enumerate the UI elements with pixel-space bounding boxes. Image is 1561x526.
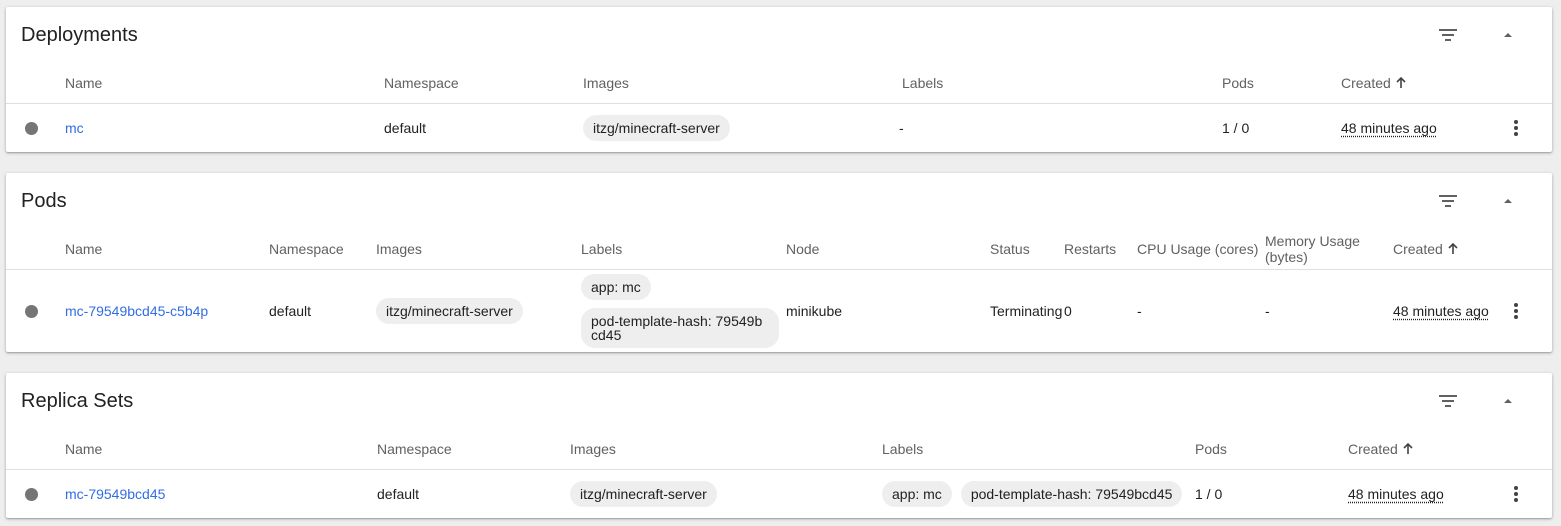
table-row: mc default itzg/minecraft-server - 1 / 0… (6, 104, 1552, 152)
namespace-cell: default (377, 486, 420, 502)
arrow-up-icon[interactable] (1402, 443, 1414, 455)
created-cell: 48 minutes ago (1393, 303, 1489, 319)
table-header: Name Namespace Images Labels Pods Create… (6, 63, 1552, 104)
column-header-images: Images (583, 75, 629, 91)
table-header: Name Namespace Images Labels Pods Create… (6, 429, 1552, 470)
pod-name-link[interactable]: mc-79549bcd45-c5b4p (65, 303, 208, 319)
label-chip: pod-template-hash: 79549bcd45 (960, 481, 1183, 507)
restarts-cell: 0 (1064, 303, 1072, 319)
more-vert-icon[interactable] (1504, 104, 1528, 152)
card-actions (1428, 185, 1528, 217)
image-chip: itzg/minecraft-server (583, 115, 730, 141)
node-cell: minikube (786, 303, 843, 319)
chevron-up-icon[interactable] (1488, 385, 1528, 417)
arrow-up-icon[interactable] (1395, 77, 1407, 89)
card-title: Replica Sets (21, 390, 134, 412)
column-header-labels: Labels (882, 441, 924, 457)
column-header-namespace[interactable]: Namespace (384, 63, 459, 103)
namespace-cell: default (269, 303, 312, 319)
card-actions (1428, 19, 1528, 51)
column-header-created-label: Created (1393, 241, 1443, 257)
more-vert-icon[interactable] (1504, 470, 1528, 518)
column-header-memory: Memory Usage (bytes) (1265, 233, 1360, 265)
column-header-created-label: Created (1341, 75, 1391, 91)
replica-set-name-link[interactable]: mc-79549bcd45 (65, 486, 165, 502)
label-chip: app: mc (581, 274, 651, 300)
deployment-name-link[interactable]: mc (65, 120, 84, 136)
column-header-cpu: CPU Usage (cores) (1137, 241, 1259, 257)
status-dot-icon (25, 470, 38, 518)
column-header-pods: Pods (1222, 75, 1254, 91)
column-header-images: Images (376, 241, 422, 257)
created-cell: 48 minutes ago (1341, 120, 1437, 136)
namespace-cell: default (384, 120, 427, 136)
filter-icon[interactable] (1428, 19, 1468, 51)
chevron-up-icon[interactable] (1488, 185, 1528, 217)
filter-icon[interactable] (1428, 185, 1468, 217)
card-actions (1428, 385, 1528, 417)
memory-cell: - (1265, 303, 1270, 319)
column-header-images: Images (570, 441, 616, 457)
label-chip: pod-template-hash: 79549bcd45 (581, 308, 779, 348)
pods-cell: 1 / 0 (1222, 120, 1250, 136)
status-dot-icon (25, 270, 38, 352)
column-header-namespace[interactable]: Namespace (377, 429, 452, 469)
column-header-created[interactable]: Created (1393, 229, 1459, 269)
column-header-node[interactable]: Node (786, 229, 819, 269)
card-title: Pods (21, 190, 67, 212)
column-header-status[interactable]: Status (990, 229, 1030, 269)
column-header-name[interactable]: Name (65, 63, 102, 103)
status-cell: Terminating (990, 303, 1062, 319)
column-header-labels: Labels (902, 75, 944, 91)
card-title: Deployments (21, 24, 138, 46)
column-header-name[interactable]: Name (65, 229, 102, 269)
image-chip: itzg/minecraft-server (570, 481, 717, 507)
pods-cell: 1 / 0 (1195, 486, 1223, 502)
replica-sets-card: Replica Sets Name Namespace Images Label… (6, 373, 1552, 518)
column-header-created-label: Created (1348, 441, 1398, 457)
column-header-restarts: Restarts (1064, 241, 1117, 257)
column-header-created[interactable]: Created (1341, 63, 1407, 103)
labels-cell: - (899, 120, 904, 136)
chevron-up-icon[interactable] (1488, 19, 1528, 51)
more-vert-icon[interactable] (1504, 270, 1528, 352)
created-cell: 48 minutes ago (1348, 486, 1444, 502)
column-header-name[interactable]: Name (65, 429, 102, 469)
table-row: mc-79549bcd45-c5b4p default itzg/minecra… (6, 270, 1552, 352)
status-dot-icon (25, 104, 38, 152)
pods-card: Pods Name Namespace Images Labels Node S… (6, 173, 1552, 352)
image-chip: itzg/minecraft-server (376, 298, 523, 324)
column-header-namespace[interactable]: Namespace (269, 229, 344, 269)
label-chip: app: mc (882, 481, 952, 507)
deployments-card: Deployments Name Namespace Images Labels… (6, 7, 1552, 152)
column-header-pods: Pods (1195, 441, 1227, 457)
filter-icon[interactable] (1428, 385, 1468, 417)
table-header: Name Namespace Images Labels Node Status… (6, 229, 1552, 270)
column-header-labels: Labels (581, 241, 623, 257)
arrow-up-icon[interactable] (1447, 243, 1459, 255)
table-row: mc-79549bcd45 default itzg/minecraft-ser… (6, 470, 1552, 518)
cpu-cell: - (1137, 303, 1142, 319)
column-header-created[interactable]: Created (1348, 429, 1414, 469)
